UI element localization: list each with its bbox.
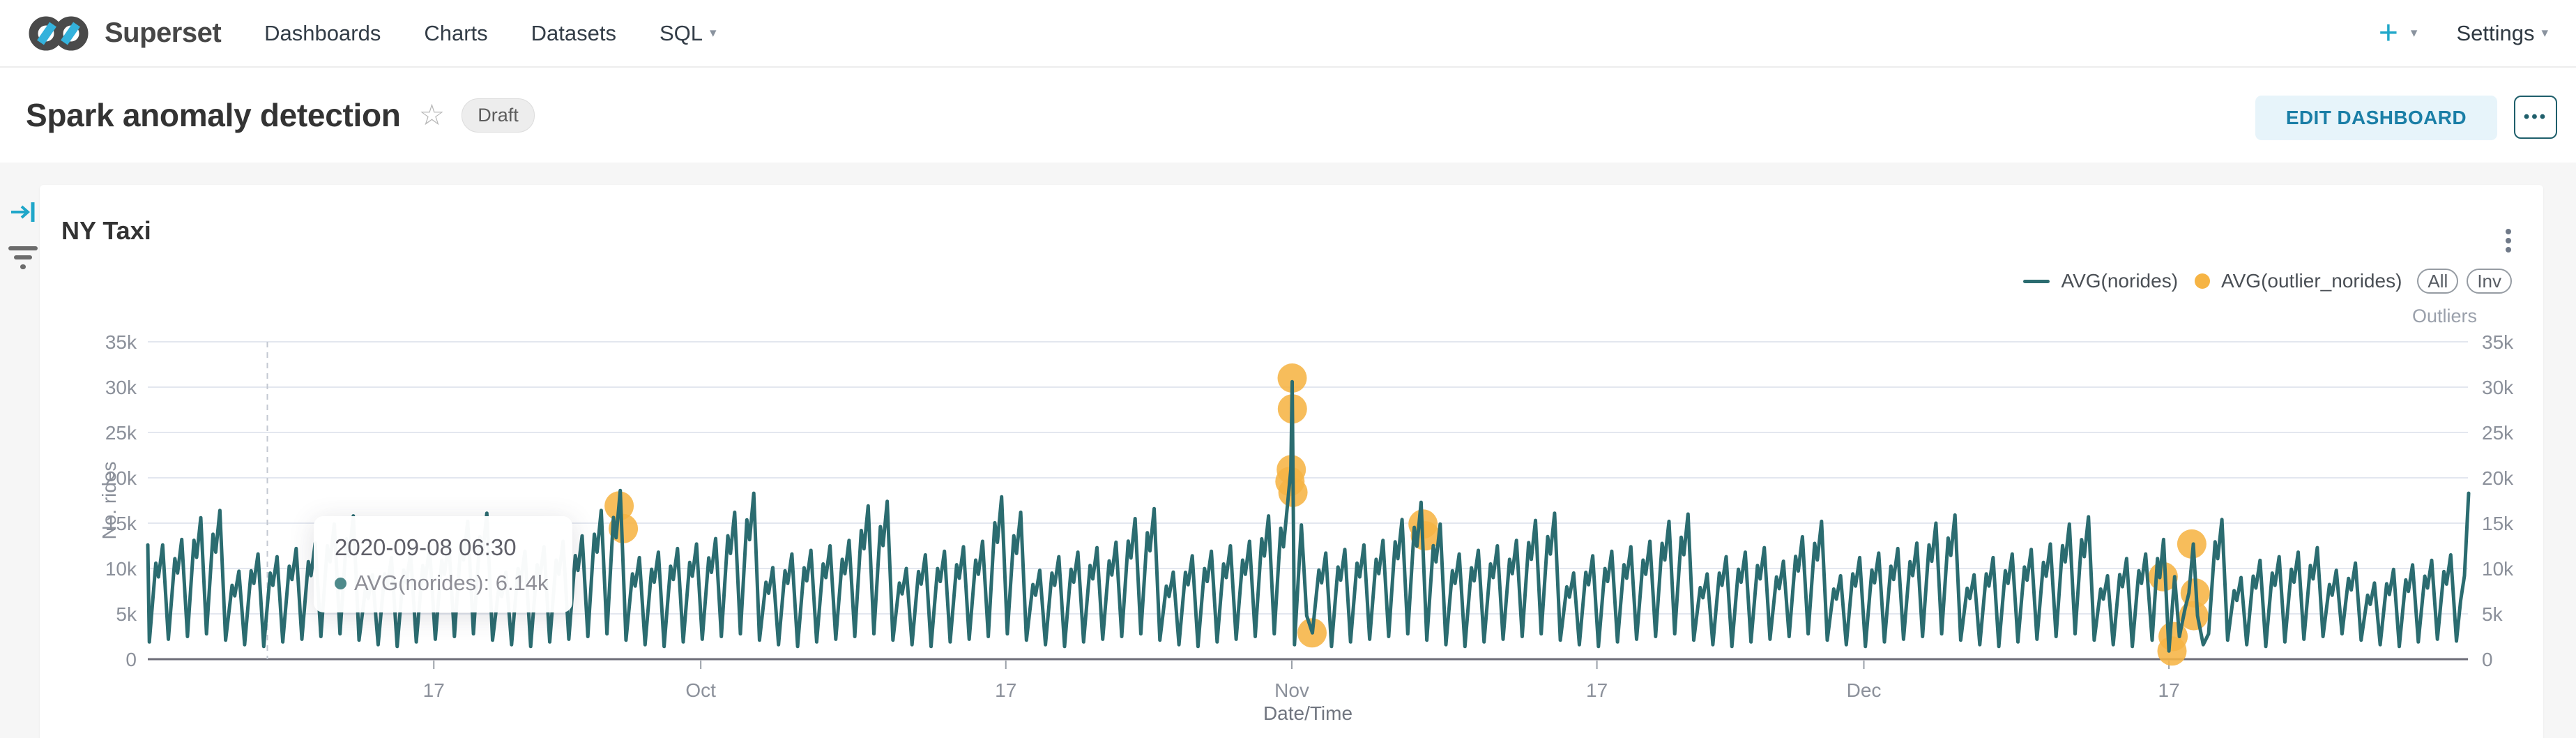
nav-item-charts[interactable]: Charts	[424, 21, 487, 46]
plus-icon: +	[2379, 17, 2398, 50]
superset-logo-icon[interactable]	[25, 12, 92, 55]
legend-all-button[interactable]: All	[2417, 269, 2458, 294]
settings-menu[interactable]: Settings ▾	[2456, 21, 2548, 46]
chevron-down-icon: ▾	[2411, 25, 2418, 41]
settings-label: Settings	[2456, 21, 2534, 46]
outliers-axis-label: Outliers	[2412, 306, 2477, 327]
legend-line-swatch[interactable]	[2023, 280, 2050, 283]
legend-dot-swatch[interactable]	[2195, 273, 2210, 289]
edit-dashboard-button[interactable]: EDIT DASHBOARD	[2255, 96, 2497, 140]
filter-icon[interactable]	[7, 243, 39, 276]
nav-item-datasets[interactable]: Datasets	[531, 21, 616, 46]
top-nav: Superset Dashboards Charts Datasets SQL …	[0, 0, 2576, 68]
legend-label-norides[interactable]: AVG(norides)	[2061, 270, 2178, 292]
ellipsis-icon: •••	[2524, 109, 2547, 126]
nav-item-sql-label: SQL	[660, 21, 703, 46]
tooltip-value: AVG(norides): 6.14k	[354, 571, 549, 596]
dashboard-header: Spark anomaly detection ☆ Draft EDIT DAS…	[0, 68, 2576, 163]
chevron-down-icon: ▾	[2541, 25, 2548, 41]
draft-badge: Draft	[462, 98, 535, 133]
nav-item-sql[interactable]: SQL ▾	[660, 21, 717, 46]
tooltip-series-dot	[335, 578, 346, 589]
chart-card	[40, 185, 2543, 738]
favorite-star-icon[interactable]: ☆	[419, 100, 445, 130]
dashboard-more-button[interactable]: •••	[2514, 96, 2557, 139]
tooltip-date: 2020-09-08 06:30	[335, 534, 549, 561]
page-title: Spark anomaly detection	[26, 96, 401, 134]
filter-bar	[0, 163, 39, 738]
brand-name[interactable]: Superset	[105, 17, 221, 49]
add-new-button[interactable]: + ▾	[2379, 17, 2418, 50]
chart-kebab-menu-icon[interactable]	[2503, 226, 2514, 255]
chart-title: NY Taxi	[61, 216, 151, 246]
chevron-down-icon: ▾	[710, 25, 717, 41]
chart-legend: AVG(norides) AVG(outlier_norides) All In…	[2023, 269, 2512, 294]
chart-tooltip: 2020-09-08 06:30 AVG(norides): 6.14k	[314, 516, 572, 612]
nav-item-dashboards[interactable]: Dashboards	[264, 21, 381, 46]
legend-label-outlier-norides[interactable]: AVG(outlier_norides)	[2221, 270, 2402, 292]
expand-filter-bar-icon[interactable]	[10, 199, 38, 228]
legend-inv-button[interactable]: Inv	[2467, 269, 2512, 294]
